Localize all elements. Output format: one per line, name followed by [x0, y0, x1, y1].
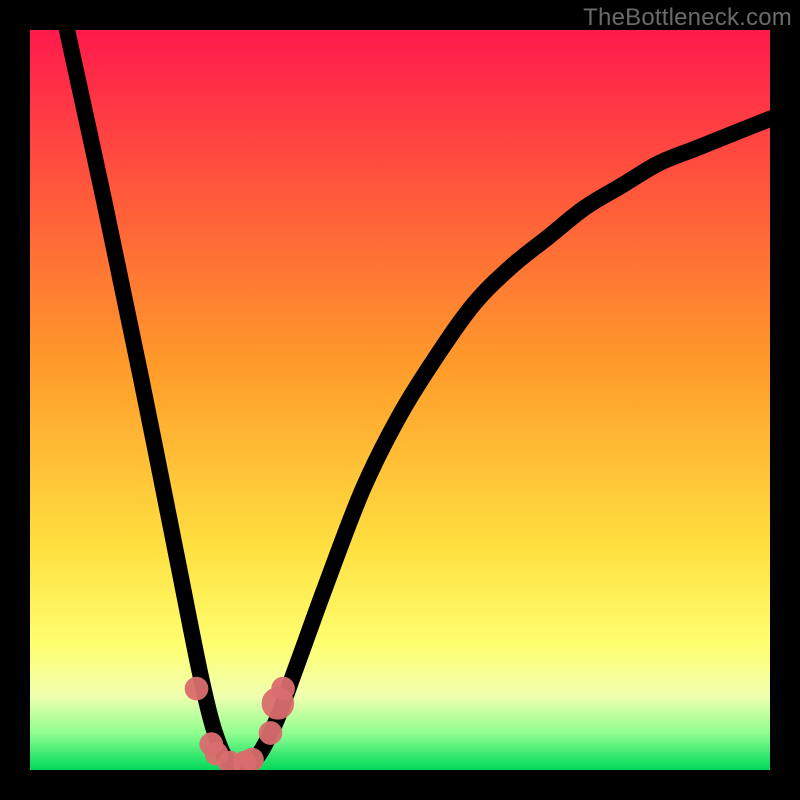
curve-marker	[185, 677, 209, 701]
curve-marker	[271, 677, 295, 701]
outer-black-frame: TheBottleneck.com	[0, 0, 800, 800]
curve-marker	[259, 721, 283, 745]
chart-svg	[30, 30, 770, 770]
bottleneck-curve	[67, 30, 770, 767]
plot-area	[30, 30, 770, 770]
watermark-text: TheBottleneck.com	[583, 4, 792, 32]
